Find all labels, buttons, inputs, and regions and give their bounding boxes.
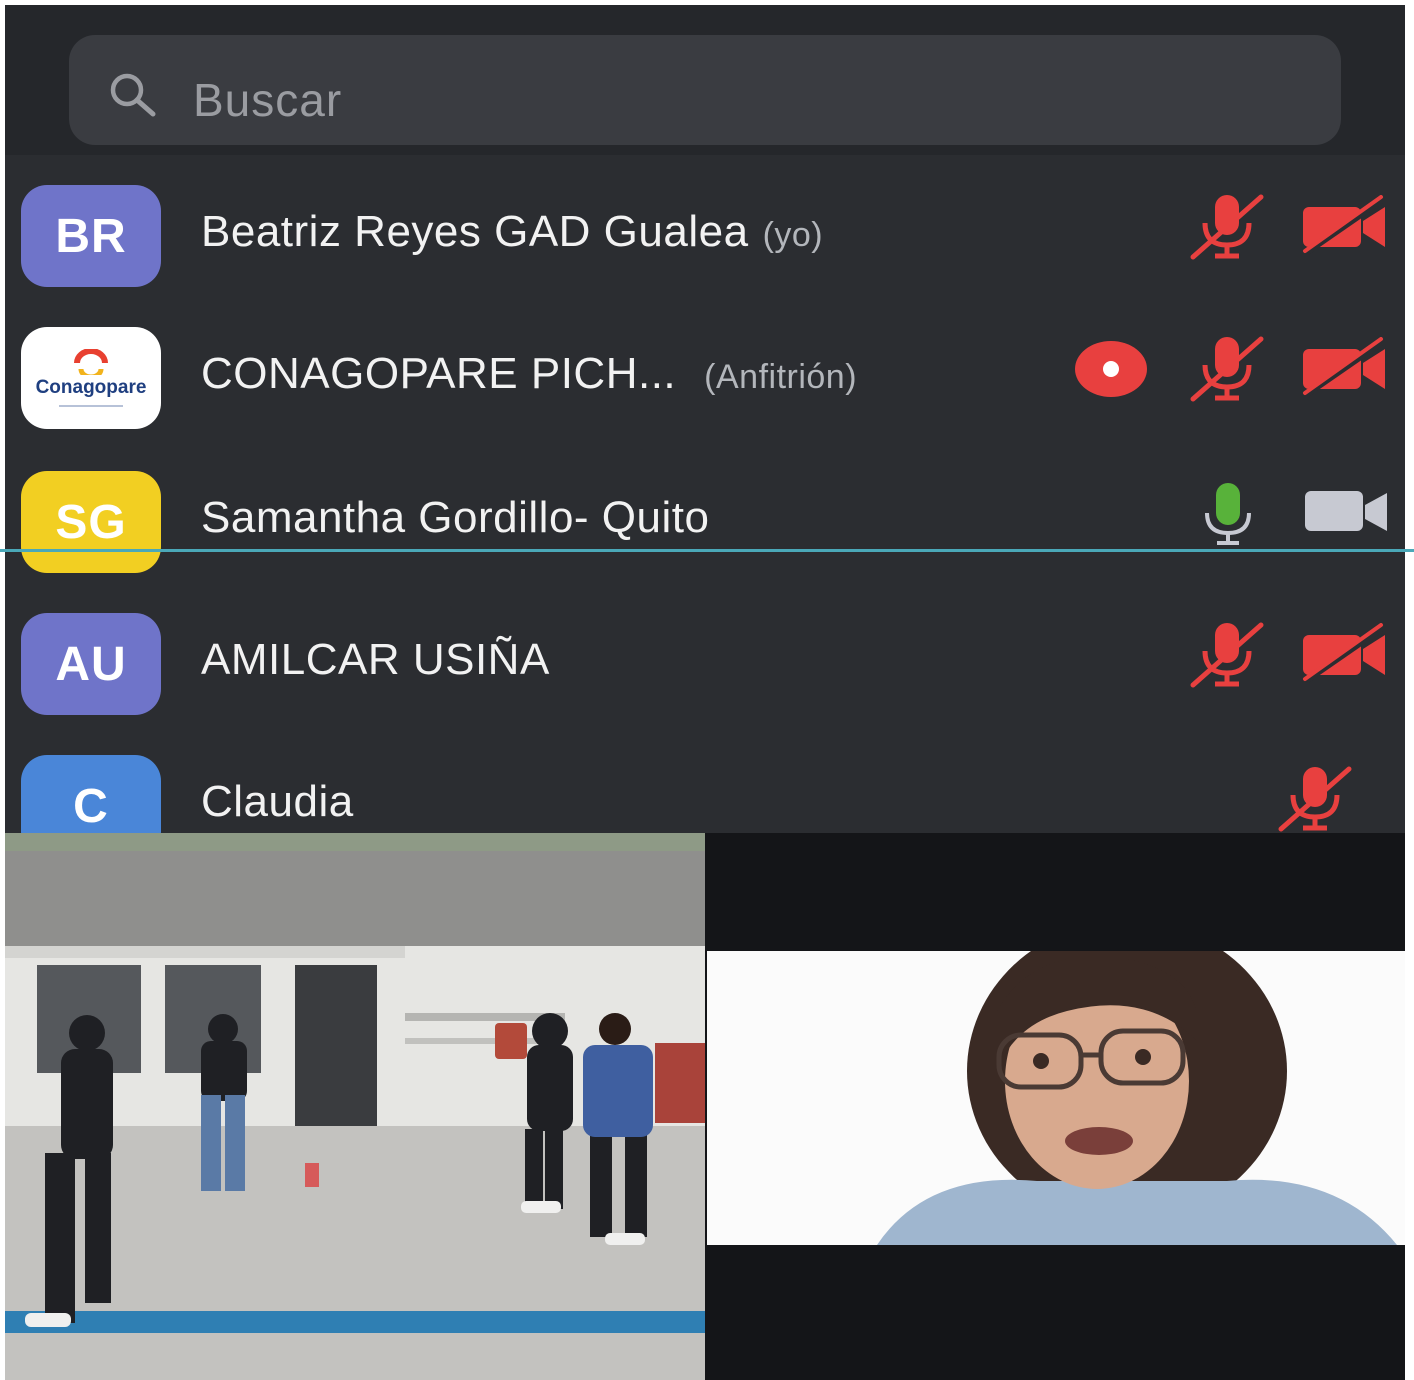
- recording-icon: [1075, 341, 1147, 397]
- participant-name: Beatriz Reyes GAD Gualea (yo): [201, 207, 824, 256]
- mic-muted-icon[interactable]: [1187, 335, 1267, 405]
- mic-muted-icon[interactable]: [1187, 621, 1267, 691]
- camera-off-icon[interactable]: [1301, 337, 1389, 399]
- search-icon: [110, 73, 156, 117]
- search-placeholder: Buscar: [193, 74, 343, 126]
- participant-name: AMILCAR USIÑA: [201, 635, 550, 684]
- logo-mark-icon: [74, 349, 108, 375]
- participant-row[interactable]: Conagopare CONAGOPARE PICH... (Anfitrión): [5, 305, 1405, 445]
- camera-on-icon[interactable]: [1303, 489, 1389, 535]
- video-tile-speaker[interactable]: [705, 833, 1405, 1380]
- camera-off-icon[interactable]: [1301, 195, 1389, 257]
- video-tile-group[interactable]: [5, 833, 705, 1380]
- conagopare-logo: Conagopare: [21, 327, 161, 429]
- avatar: C: [21, 755, 161, 833]
- host-tag: (Anfitrión): [704, 358, 858, 396]
- participant-row[interactable]: BR Beatriz Reyes GAD Gualea (yo): [5, 163, 1405, 303]
- speaker-frame: [707, 951, 1405, 1245]
- mic-muted-icon[interactable]: [1275, 765, 1355, 833]
- scan-divider-line: [0, 549, 1414, 552]
- mic-active-icon[interactable]: [1201, 481, 1255, 547]
- self-tag: (yo): [762, 216, 824, 254]
- video-frame-courtyard: [5, 833, 705, 1380]
- participant-row[interactable]: AU AMILCAR USIÑA: [5, 591, 1405, 731]
- participant-name: Samantha Gordillo- Quito: [201, 493, 710, 542]
- participants-panel: Buscar BR Beatriz Reyes GAD Gualea (yo) C…: [5, 5, 1405, 833]
- participant-row[interactable]: SG Samantha Gordillo- Quito: [5, 449, 1405, 589]
- mic-muted-icon[interactable]: [1187, 193, 1267, 263]
- participant-row[interactable]: C Claudia: [5, 733, 1405, 833]
- participant-name: Claudia: [201, 777, 354, 826]
- avatar: AU: [21, 613, 161, 715]
- speaker-video-image: [707, 951, 1405, 1245]
- avatar: SG: [21, 471, 161, 573]
- search-bar[interactable]: Buscar: [69, 35, 1341, 145]
- participant-name: CONAGOPARE PICH... (Anfitrión): [201, 349, 858, 398]
- avatar: BR: [21, 185, 161, 287]
- camera-off-icon[interactable]: [1301, 623, 1389, 685]
